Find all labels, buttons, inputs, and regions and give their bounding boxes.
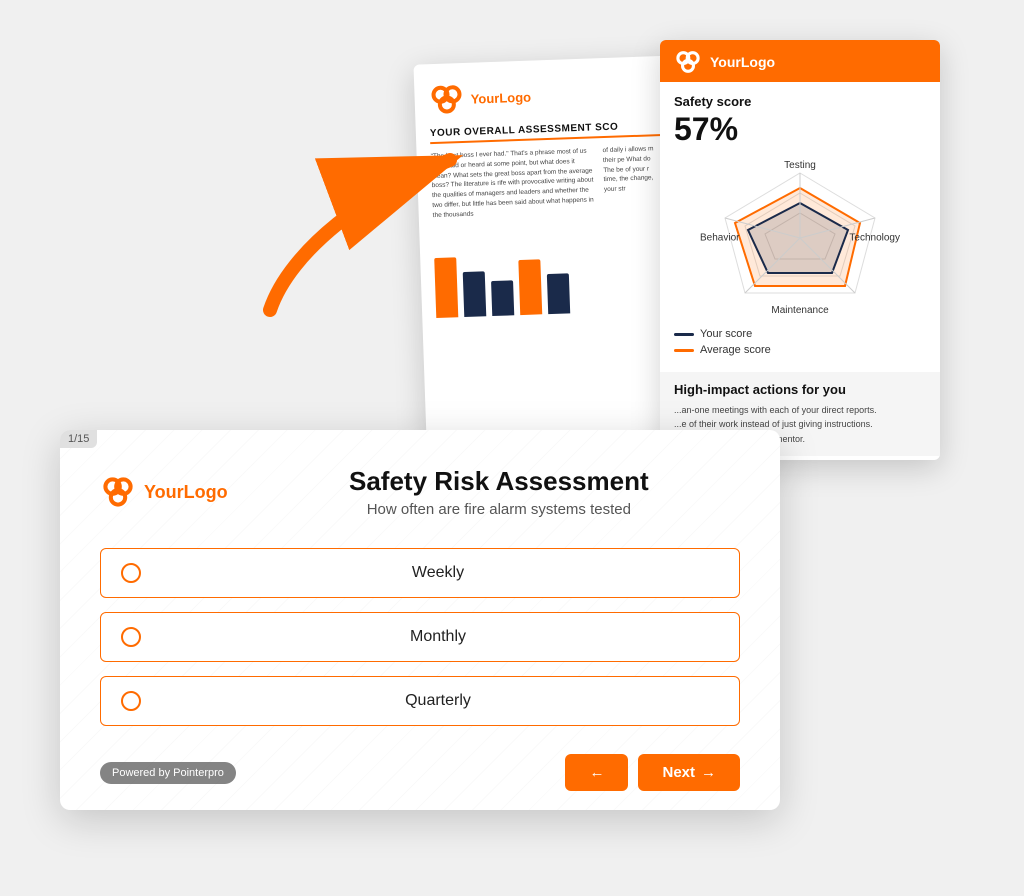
radar-labels: Testing Technology Maintenance Behavior (700, 158, 900, 318)
legend-label-yours: Your score (700, 328, 752, 340)
quiz-footer: Powered by Pointerpro ← Next → (100, 754, 740, 791)
score-value: 57% (674, 111, 926, 148)
radar-label-right: Technology (849, 233, 900, 244)
quiz-title-block: Safety Risk Assessment How often are fir… (258, 466, 740, 518)
legend-line-yours (674, 333, 694, 336)
scorecard-logo-icon (674, 50, 702, 74)
option-monthly-label: Monthly (157, 628, 719, 646)
nav-buttons: ← Next → (565, 754, 740, 791)
legend-item-yours: Your score (674, 328, 926, 340)
radar-label-left: Behavior (700, 233, 739, 244)
report-logo-icon (428, 81, 465, 118)
option-weekly-label: Weekly (157, 564, 719, 582)
scorecard-body: Safety score 57% Testing (660, 82, 940, 372)
bar-3 (491, 281, 514, 317)
quiz-logo-text: YourLogo (144, 482, 228, 503)
legend-label-avg: Average score (700, 344, 771, 356)
option-monthly[interactable]: Monthly (100, 612, 740, 662)
option-quarterly-label: Quarterly (157, 692, 719, 710)
prev-button[interactable]: ← (565, 754, 628, 791)
high-impact-title: High-impact actions for you (674, 382, 926, 397)
report-body-col2: of daily i allows m their pe What do The… (602, 144, 664, 214)
bar-4 (518, 260, 542, 316)
high-impact-item-1: ...an-one meetings with each of your dir… (674, 403, 926, 417)
powered-by-badge: Powered by Pointerpro (100, 762, 236, 784)
next-arrow-icon: → (701, 764, 716, 781)
radar-label-bottom: Maintenance (771, 305, 828, 316)
quiz-subtitle: How often are fire alarm systems tested (258, 501, 740, 518)
quiz-card-inner: 1/15 YourLogo Safety Risk Assessment How… (60, 430, 780, 810)
radio-quarterly[interactable] (121, 691, 141, 711)
report-logo-text: YourLogo (470, 89, 531, 106)
decorative-arrow (230, 130, 470, 330)
quiz-logo: YourLogo (100, 474, 228, 510)
quiz-header: YourLogo Safety Risk Assessment How ofte… (100, 466, 740, 518)
quiz-logo-icon (100, 474, 136, 510)
scorecard-legend: Your score Average score (674, 328, 926, 356)
option-weekly[interactable]: Weekly (100, 548, 740, 598)
quiz-title: Safety Risk Assessment (258, 466, 740, 497)
score-label: Safety score (674, 94, 926, 109)
options-list: Weekly Monthly Quarterly (100, 548, 740, 726)
legend-line-avg (674, 349, 694, 352)
option-quarterly[interactable]: Quarterly (100, 676, 740, 726)
scorecard-header: YourLogo (660, 40, 940, 82)
page-indicator: 1/15 (60, 430, 97, 448)
next-label: Next (662, 764, 695, 781)
quiz-card: 1/15 YourLogo Safety Risk Assessment How… (60, 430, 780, 810)
background-scorecard-doc: YourLogo Safety score 57% (660, 40, 940, 460)
next-button[interactable]: Next → (638, 754, 740, 791)
radar-label-top: Testing (784, 160, 816, 171)
legend-item-avg: Average score (674, 344, 926, 356)
bar-5 (547, 274, 570, 315)
radar-chart: Testing Technology Maintenance Behavior (700, 158, 900, 318)
scorecard-logo-text: YourLogo (710, 54, 775, 70)
prev-arrow-icon: ← (589, 764, 604, 781)
radio-weekly[interactable] (121, 563, 141, 583)
radio-monthly[interactable] (121, 627, 141, 647)
